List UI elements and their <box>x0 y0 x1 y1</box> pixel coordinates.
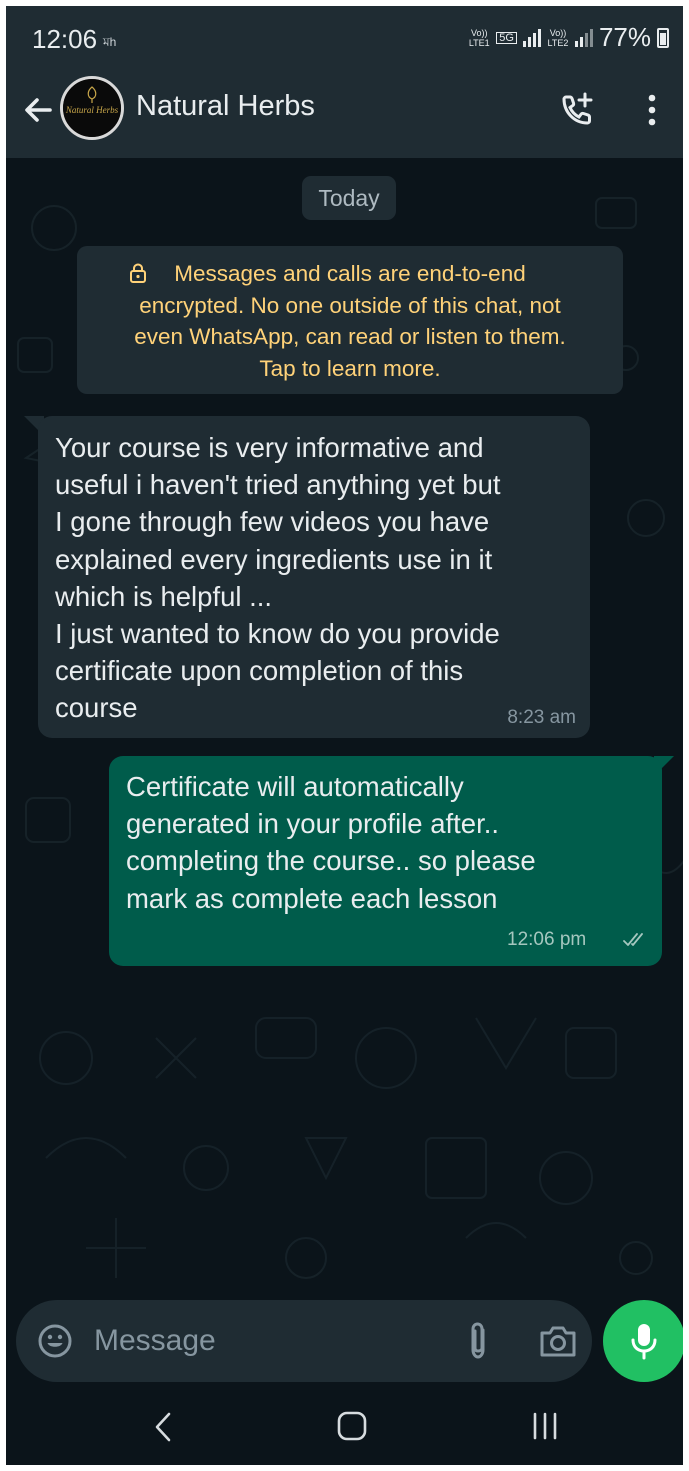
status-time: 12:06 <box>32 24 98 54</box>
status-icons: Vo)) LTE1 5G Vo)) LTE2 77% <box>468 22 669 53</box>
status-bar: 12:06 মh Vo)) LTE1 5G Vo)) LTE2 77% <box>6 6 683 68</box>
avatar[interactable]: Natural Herbs <box>60 76 124 140</box>
avatar-logo-icon: Natural Herbs <box>63 79 121 137</box>
encryption-notice[interactable]: Messages and calls are end-to-end encryp… <box>77 246 623 394</box>
outgoing-message-time: 12:06 pm <box>507 929 587 950</box>
vertical-dots-icon[interactable] <box>642 90 662 130</box>
phone-screen: 12:06 মh Vo)) LTE1 5G Vo)) LTE2 77% Natu… <box>6 6 683 1465</box>
sim1-tag: Vo)) LTE1 <box>468 27 490 48</box>
incoming-message-time: 8:23 am <box>507 707 576 728</box>
arrow-left-icon[interactable] <box>18 90 58 130</box>
voice-message-button[interactable] <box>603 1300 683 1382</box>
mic-icon <box>631 1324 657 1360</box>
avatar-text: Natural Herbs <box>65 105 119 115</box>
encryption-notice-text: Messages and calls are end-to-end encryp… <box>134 261 566 381</box>
network-5g-badge: 5G <box>496 31 517 44</box>
system-nav-bar <box>6 1390 683 1465</box>
nav-recent-apps-icon[interactable] <box>530 1410 560 1442</box>
date-chip: Today <box>302 176 396 220</box>
outgoing-message-text: Certificate will automatically generated… <box>126 771 536 914</box>
chat-area[interactable]: Today Messages and calls are end-to-end … <box>6 158 683 1298</box>
lock-icon <box>130 263 146 283</box>
message-input[interactable] <box>94 1316 444 1366</box>
incoming-message-text: Your course is very informative and usef… <box>55 432 501 724</box>
nav-back-icon[interactable] <box>150 1408 176 1446</box>
chat-header: Natural Herbs Natural Herbs <box>6 68 683 158</box>
paperclip-icon[interactable] <box>462 1320 494 1362</box>
signal-1-icon <box>522 28 541 47</box>
notification-indicator: মh <box>103 35 117 49</box>
add-call-icon[interactable] <box>556 90 596 130</box>
battery-percent: 77% <box>598 22 651 52</box>
incoming-message-bubble[interactable]: Your course is very informative and usef… <box>38 416 590 738</box>
outgoing-message-bubble[interactable]: Certificate will automatically generated… <box>109 756 662 966</box>
double-check-icon <box>623 933 643 946</box>
emoji-icon[interactable] <box>36 1322 74 1360</box>
nav-home-icon[interactable] <box>336 1408 368 1444</box>
camera-icon[interactable] <box>538 1322 578 1360</box>
battery-icon <box>657 27 669 48</box>
sim2-tag: Vo)) LTE2 <box>547 27 569 48</box>
signal-2-icon <box>574 28 593 47</box>
message-composer <box>16 1300 592 1382</box>
contact-name[interactable]: Natural Herbs <box>136 90 315 123</box>
